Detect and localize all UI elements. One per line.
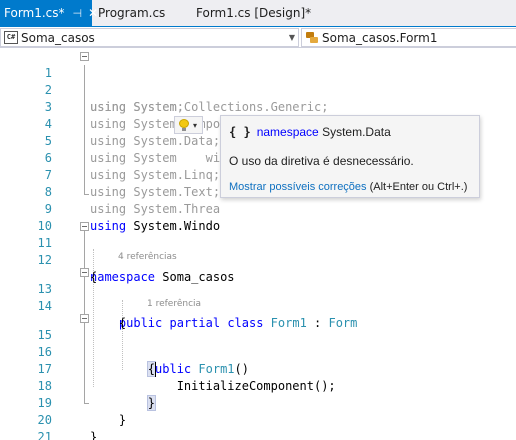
code-line: 11 namespace Soma_casos (0, 218, 516, 284)
tooltip-fix-row: Mostrar possíveis correções (Alt+Enter o… (229, 181, 467, 193)
class-name: Soma_casos.Form1 (322, 30, 438, 45)
line-number: 21 (37, 430, 52, 440)
project-dropdown[interactable]: C# Soma_casos ▼ (0, 28, 299, 47)
tooltip-symbol: System.Data (322, 125, 391, 139)
code-line: 13 public partial class Form1 : Form (0, 264, 516, 330)
codelens-class-references[interactable]: 4 referências (118, 251, 177, 263)
quick-actions-lightbulb[interactable]: ▾ (174, 116, 203, 134)
tooltip-message: O uso da diretiva é desnecessário. (229, 154, 414, 168)
tab-form1-cs[interactable]: Form1.cs* ⊣ ✕ (0, 0, 98, 26)
code-line: 10 (0, 201, 516, 233)
lightbulb-icon (179, 118, 189, 132)
code-line: 14 { (0, 281, 516, 330)
tooltip-keyword: namespace (256, 125, 319, 139)
collapse-icon[interactable] (80, 314, 89, 323)
close-brace: } (90, 430, 98, 440)
chevron-down-icon[interactable]: ▼ (289, 29, 295, 46)
quick-info-tooltip: { } namespace System.Data O uso da direti… (220, 115, 480, 198)
collapse-icon[interactable] (80, 52, 89, 61)
text-caret (155, 362, 156, 377)
code-line: 3 using System.ComponentModel; (0, 82, 516, 131)
code-line: 4 using System.Data; (0, 99, 516, 148)
show-fixes-link[interactable]: Mostrar possíveis correções (229, 181, 367, 193)
code-line: 21 (0, 412, 516, 440)
collapse-icon[interactable] (80, 268, 89, 277)
csharp-project-icon: C# (4, 31, 18, 44)
shortcut-hint: (Alt+Enter ou Ctrl+.) (369, 181, 468, 193)
code-editor[interactable]: 4 referências 1 referência 1 using Syste… (0, 48, 516, 440)
tab-label: Form1.cs [Design]* (196, 6, 312, 20)
code-line: 12 { (0, 235, 516, 284)
code-line: 20 } (0, 395, 516, 440)
collapse-icon[interactable] (80, 222, 89, 231)
tab-program-cs[interactable]: Program.cs ✕ (94, 0, 190, 26)
code-line: 16 { (0, 327, 516, 377)
namespace-icon: { } (229, 125, 251, 139)
document-tab-strip: Form1.cs* ⊣ ✕ Program.cs ✕ Form1.cs [Des… (0, 0, 516, 27)
class-icon (305, 31, 319, 44)
code-line: 19 } (0, 378, 516, 427)
tooltip-symbol-row: { } namespace System.Data (229, 125, 391, 139)
code-line: 2 using System.Collections.Generic; (0, 65, 516, 114)
tab-label: Program.cs (98, 6, 166, 20)
code-line: 15 public Form1() (0, 310, 516, 376)
codelens-ctor-references[interactable]: 1 referência (147, 298, 201, 310)
pin-icon[interactable]: ⊣ (73, 7, 83, 20)
project-name: Soma_casos (21, 30, 95, 45)
chevron-down-icon[interactable]: ▾ (193, 121, 197, 130)
class-dropdown[interactable]: Soma_casos.Form1 (301, 28, 516, 47)
code-line: 1 using System; (0, 48, 516, 114)
code-line current-line: 18 } (0, 361, 516, 411)
navigation-bar: C# Soma_casos ▼ Soma_casos.Form1 (0, 27, 516, 48)
tab-form1-designer[interactable]: Form1.cs [Design]* (192, 0, 311, 26)
code-line: 17 InitializeComponent(); (0, 344, 516, 393)
tab-label: Form1.cs* (4, 6, 65, 20)
